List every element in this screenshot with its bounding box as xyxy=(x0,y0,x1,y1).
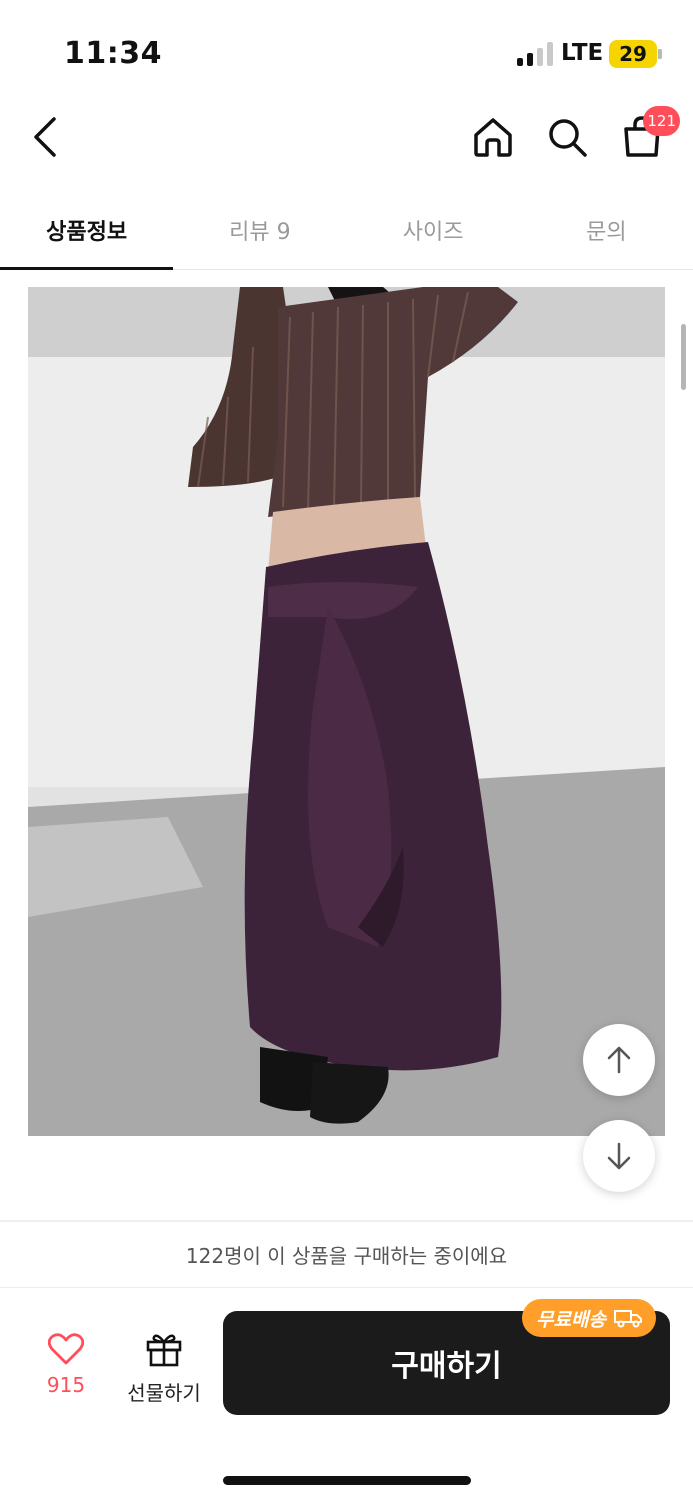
like-button[interactable]: 915 xyxy=(30,1333,102,1397)
gift-icon xyxy=(146,1334,182,1367)
battery-icon: 29 xyxy=(609,40,657,68)
back-button[interactable] xyxy=(20,112,70,162)
network-type: LTE xyxy=(561,40,604,66)
product-photo xyxy=(28,287,665,1136)
signal-strength-icon xyxy=(517,42,553,66)
home-button[interactable] xyxy=(466,112,520,162)
battery-level: 29 xyxy=(619,42,647,66)
free-shipping-label: 무료배송 xyxy=(536,1308,606,1331)
search-icon xyxy=(549,119,587,157)
home-indicator[interactable] xyxy=(223,1476,471,1485)
cart-count-badge: 121 xyxy=(643,106,680,136)
scroll-bottom-button[interactable] xyxy=(583,1120,655,1192)
like-count: 915 xyxy=(46,1373,86,1397)
battery-tip xyxy=(658,49,662,59)
gift-label: 선물하기 xyxy=(127,1381,201,1405)
heart-icon xyxy=(47,1333,85,1365)
arrow-down-icon xyxy=(607,1142,631,1170)
page-scrollbar[interactable] xyxy=(681,324,686,390)
home-icon xyxy=(474,118,512,157)
tab-reviews[interactable]: 리뷰 9 xyxy=(173,198,346,269)
status-time: 11:34 xyxy=(64,36,162,71)
status-bar: 11:34 LTE 29 xyxy=(0,0,693,100)
search-button[interactable] xyxy=(540,112,594,162)
cart-button[interactable]: 121 xyxy=(612,106,680,162)
free-shipping-badge: 무료배송 xyxy=(522,1299,656,1337)
tab-size[interactable]: 사이즈 xyxy=(347,198,520,269)
product-tabs: 상품정보 리뷰 9 사이즈 문의 xyxy=(0,198,693,270)
truck-icon xyxy=(613,1310,642,1328)
chevron-left-icon xyxy=(34,117,56,157)
buyer-count-notice: 122명이 이 상품을 구매하는 중이에요 xyxy=(0,1222,693,1288)
gift-button[interactable]: 선물하기 xyxy=(118,1331,210,1406)
top-navigation: 121 xyxy=(0,100,693,180)
buyer-count-text: 122명이 이 상품을 구매하는 중이에요 xyxy=(185,1244,508,1268)
tab-inquiry[interactable]: 문의 xyxy=(520,198,693,269)
buy-button-label: 구매하기 xyxy=(391,1349,502,1384)
arrow-up-icon xyxy=(607,1046,631,1074)
tab-product-info[interactable]: 상품정보 xyxy=(0,198,174,270)
scroll-top-button[interactable] xyxy=(583,1024,655,1096)
